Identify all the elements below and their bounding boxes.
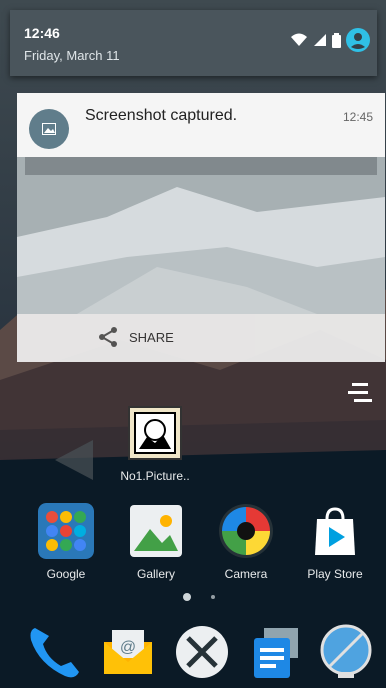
app-label: Camera [224,567,268,581]
browser-icon[interactable] [316,622,376,682]
google-folder-icon [38,503,94,559]
app-label: Play Store [307,567,363,581]
wallpaper-chevron [55,440,93,480]
page-indicator-inactive [211,595,215,599]
svg-text:@: @ [120,639,136,656]
picture-thumbnail-icon [128,406,182,460]
preview-image [17,157,385,314]
notification-actions: SHARE [17,314,385,362]
account-icon[interactable] [346,28,370,52]
app-play-store[interactable]: Play Store [295,503,375,581]
notification-header[interactable]: Screenshot captured. 12:45 [17,93,385,157]
screenshot-notification[interactable]: Screenshot captured. 12:45 SHARE [17,93,385,366]
app-label: Gallery [136,567,175,581]
share-label: SHARE [129,329,174,345]
share-icon [99,327,117,347]
app-camera[interactable]: Camera [206,503,286,581]
app-gallery[interactable]: Gallery [116,503,196,581]
clock: 12:46 [24,25,60,41]
page-indicator-active [183,593,191,601]
signal-icon [314,34,326,46]
email-icon[interactable]: @ [98,622,158,682]
gallery-icon [130,505,182,557]
home-shortcut-picture[interactable]: No1.Picture.. [115,405,195,483]
share-button[interactable]: SHARE [97,326,174,348]
notification-time: 12:45 [342,110,373,124]
play-store-icon [315,507,355,555]
camera-icon [219,504,273,558]
notification-title: Screenshot captured. [85,107,238,124]
status-icons [290,28,370,52]
date: Friday, March 11 [24,48,120,63]
messaging-icon[interactable] [246,622,306,682]
image-icon [29,109,69,149]
screenshot-preview[interactable] [17,157,385,314]
battery-icon [332,32,341,48]
app-label: Google [46,567,86,581]
shortcut-label: No1.Picture.. [120,469,190,483]
launcher-icon[interactable] [172,622,232,682]
preview-search-bar [25,157,377,175]
wifi-icon [291,33,307,46]
app-drawer-icon[interactable] [348,383,372,405]
phone-icon[interactable] [25,622,85,682]
app-google[interactable]: Google [26,503,106,581]
